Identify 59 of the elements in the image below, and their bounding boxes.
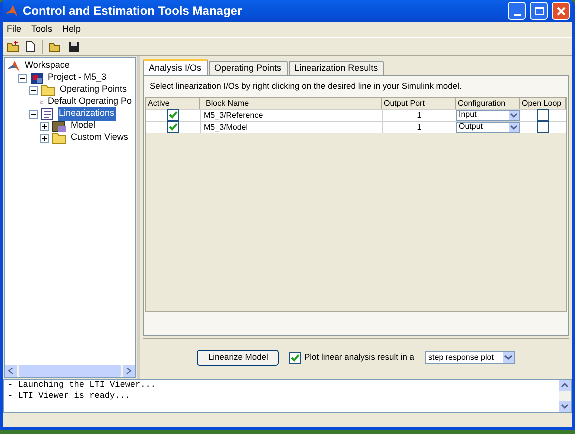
- new-document-icon[interactable]: [26, 40, 36, 52]
- save-icon[interactable]: [68, 40, 80, 52]
- maximize-button[interactable]: [530, 2, 548, 20]
- dropdown-arrow-icon: [509, 122, 519, 132]
- plot-type-dropdown[interactable]: step response plot: [424, 351, 515, 364]
- folder-icon: [41, 84, 56, 96]
- task-icon: [41, 108, 55, 120]
- menu-item[interactable]: File: [7, 22, 22, 36]
- checkbox[interactable]: [289, 352, 302, 364]
- expand-icon[interactable]: [40, 134, 49, 142]
- collapse-icon[interactable]: [29, 86, 38, 94]
- tab[interactable]: Operating Points: [208, 61, 288, 75]
- matlab-logo-icon: [7, 60, 21, 72]
- instruction-text: Select linearization I/Os by right clicking on the desired line in your Simulink model.: [149, 80, 463, 93]
- tree-item[interactable]: Linearizations: [58, 107, 116, 121]
- open-folder-icon[interactable]: [49, 40, 62, 52]
- linearize-model-button[interactable]: Linearize Model: [197, 350, 280, 366]
- tab[interactable]: Analysis I/Os: [143, 59, 208, 75]
- folder-icon: [52, 132, 67, 144]
- close-button[interactable]: [552, 2, 570, 20]
- minimize-icon: [514, 14, 520, 16]
- minimize-button[interactable]: [508, 2, 526, 20]
- menu-item[interactable]: Tools: [32, 22, 53, 36]
- dropdown-arrow-icon: [509, 110, 519, 120]
- tree-item[interactable]: Custom Views: [70, 131, 130, 145]
- project-icon: [30, 72, 44, 84]
- close-icon: [556, 6, 566, 16]
- checkbox[interactable]: [167, 109, 179, 122]
- checkbox[interactable]: [537, 109, 549, 122]
- tab[interactable]: Linearization Results: [288, 61, 384, 75]
- collapse-icon[interactable]: [29, 110, 38, 118]
- checkbox[interactable]: [167, 121, 179, 134]
- window-title: Control and Estimation Tools Manager: [23, 3, 244, 20]
- maximize-icon: [534, 7, 544, 15]
- down-arrow-icon: [559, 401, 571, 412]
- collapse-icon[interactable]: [18, 74, 27, 82]
- table-cell: M5_3/Model: [200, 122, 382, 133]
- tree-item[interactable]: Model: [70, 119, 97, 133]
- menu-item[interactable]: Help: [62, 22, 82, 36]
- dropdown-arrow-icon: [502, 352, 514, 363]
- log-line: - LTI Viewer is ready...: [8, 391, 132, 402]
- matlab-logo-icon: [5, 4, 19, 18]
- check-icon: [290, 354, 300, 362]
- expand-icon[interactable]: [40, 122, 49, 130]
- table-cell: 1: [382, 122, 456, 133]
- tree-item[interactable]: Operating Points: [59, 83, 128, 97]
- checkbox[interactable]: [537, 121, 549, 134]
- plot-option-label: Plot linear analysis result in a: [304, 351, 415, 364]
- vertical-scrollbar[interactable]: [559, 380, 571, 412]
- log-line: - Launching the LTI Viewer...: [8, 380, 157, 391]
- up-arrow-icon: [559, 380, 571, 391]
- horizontal-scrollbar[interactable]: [5, 365, 135, 377]
- tree-item[interactable]: Workspace: [24, 59, 71, 73]
- configuration-dropdown[interactable]: Output: [456, 122, 520, 133]
- new-project-icon[interactable]: [7, 40, 20, 52]
- tree-item[interactable]: Default Operating Po: [46, 95, 133, 109]
- tree-item[interactable]: Project - M5_3: [47, 71, 108, 85]
- model-icon: [52, 120, 67, 132]
- configuration-dropdown[interactable]: Input: [456, 110, 520, 121]
